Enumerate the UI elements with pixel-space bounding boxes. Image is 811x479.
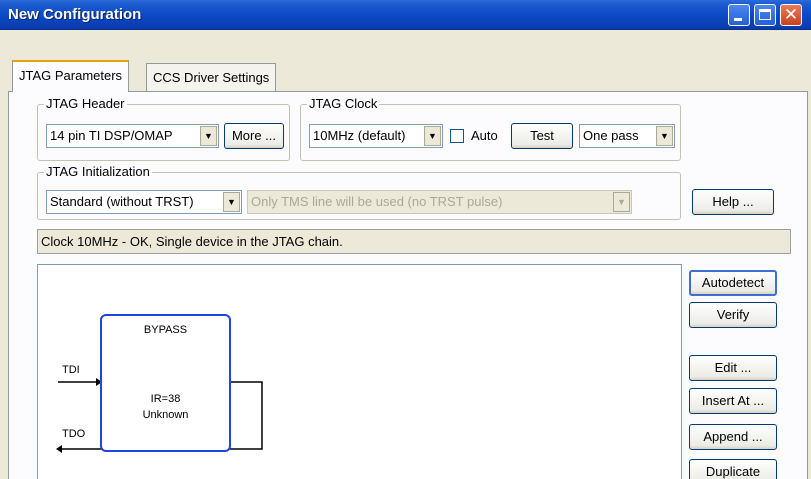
- edit-button-label: Edit ...: [714, 360, 752, 375]
- device-name: BYPASS: [143, 324, 188, 336]
- insert-at-button-label: Insert At ...: [701, 393, 765, 408]
- tab-label: JTAG Parameters: [19, 68, 123, 83]
- device-ir: IR=38: [150, 393, 181, 405]
- insert-at-button[interactable]: Insert At ...: [689, 388, 777, 414]
- tab-jtag-parameters[interactable]: JTAG Parameters: [12, 60, 130, 92]
- jtag-device-box[interactable]: BYPASS IR=38 Unknown: [100, 314, 231, 452]
- edit-button[interactable]: Edit ...: [689, 355, 777, 381]
- duplicate-button-label: Duplicate: [705, 464, 761, 479]
- tdo-arrow-icon: [56, 445, 62, 453]
- tdi-label: TDI: [62, 364, 80, 376]
- duplicate-button[interactable]: Duplicate: [689, 459, 777, 479]
- autodetect-button[interactable]: Autodetect: [689, 270, 777, 296]
- tdo-label: TDO: [62, 428, 86, 440]
- device-status: Unknown: [142, 409, 189, 421]
- autodetect-button-label: Autodetect: [701, 275, 765, 290]
- verify-button[interactable]: Verify: [689, 302, 777, 328]
- append-button-label: Append ...: [703, 429, 763, 444]
- verify-button-label: Verify: [716, 307, 750, 322]
- new-configuration-window: New Configuration ✕ JTAG Parameters CCS …: [0, 0, 811, 479]
- append-button[interactable]: Append ...: [689, 424, 777, 450]
